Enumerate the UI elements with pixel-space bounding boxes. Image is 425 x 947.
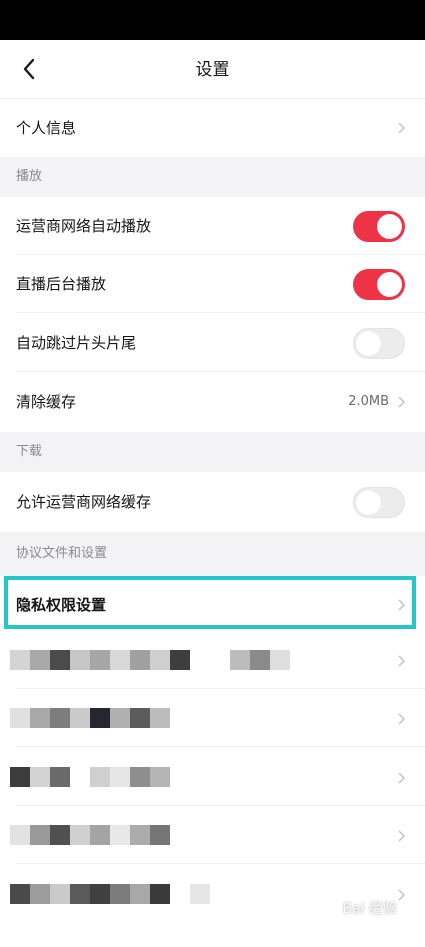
row-skip-intro: 自动跳过片头片尾 [0,314,425,372]
obscured-row[interactable] [0,806,425,864]
toggle-knob [377,272,402,297]
row-clear-cache[interactable]: 清除缓存 2.0MB [0,373,425,431]
pixelated-text [10,708,170,728]
row-separator [16,863,425,864]
row-cellular-autoplay-label: 运营商网络自动播放 [16,217,152,235]
row-allow-cellular-cache-label: 允许运营商网络缓存 [16,493,152,511]
toggle-knob [356,331,381,356]
page-title: 设置 [195,60,230,80]
chevron-right-icon [398,122,405,134]
section-agreements: 协议文件和设置 [0,532,425,576]
obscured-row[interactable] [0,689,425,747]
toggle-knob [356,490,381,515]
section-download: 下载 [0,432,425,472]
pixelated-text [10,767,170,787]
cache-size-value: 2.0MB [348,394,389,409]
skip-intro-toggle[interactable] [353,328,405,359]
chevron-right-icon [398,772,405,784]
pixelated-text [10,884,210,904]
section-playback-title: 播放 [16,169,43,184]
toggle-knob [377,214,402,239]
row-live-background: 直播后台播放 [0,255,425,313]
status-bar [0,0,425,40]
watermark: Bai 经验 [342,901,397,917]
highlight-box [4,576,416,629]
chevron-right-icon [398,830,405,842]
pixelated-text [10,825,170,845]
section-download-title: 下载 [16,444,43,459]
cellular-autoplay-toggle[interactable] [353,211,405,242]
row-profile[interactable]: 个人信息 [0,99,425,157]
chevron-right-icon [398,713,405,725]
nav-bar: 设置 [0,40,425,98]
chevron-right-icon [398,396,405,408]
row-cellular-autoplay: 运营商网络自动播放 [0,197,425,255]
row-separator [16,312,425,313]
obscured-row[interactable] [0,631,425,689]
row-skip-intro-label: 自动跳过片头片尾 [16,334,137,352]
row-separator [16,746,425,747]
row-separator [16,371,425,372]
row-clear-cache-label: 清除缓存 [16,393,77,411]
pixelated-text [10,650,290,670]
obscured-row[interactable] [0,748,425,806]
row-allow-cellular-cache: 允许运营商网络缓存 [0,473,425,531]
section-playback: 播放 [0,157,425,197]
chevron-right-icon [398,655,405,667]
allow-cellular-cache-toggle[interactable] [353,487,405,518]
section-agreements-title: 协议文件和设置 [16,546,108,561]
live-background-toggle[interactable] [353,269,405,300]
row-profile-label: 个人信息 [16,119,77,137]
row-live-background-label: 直播后台播放 [16,275,107,293]
chevron-right-icon [398,889,405,901]
